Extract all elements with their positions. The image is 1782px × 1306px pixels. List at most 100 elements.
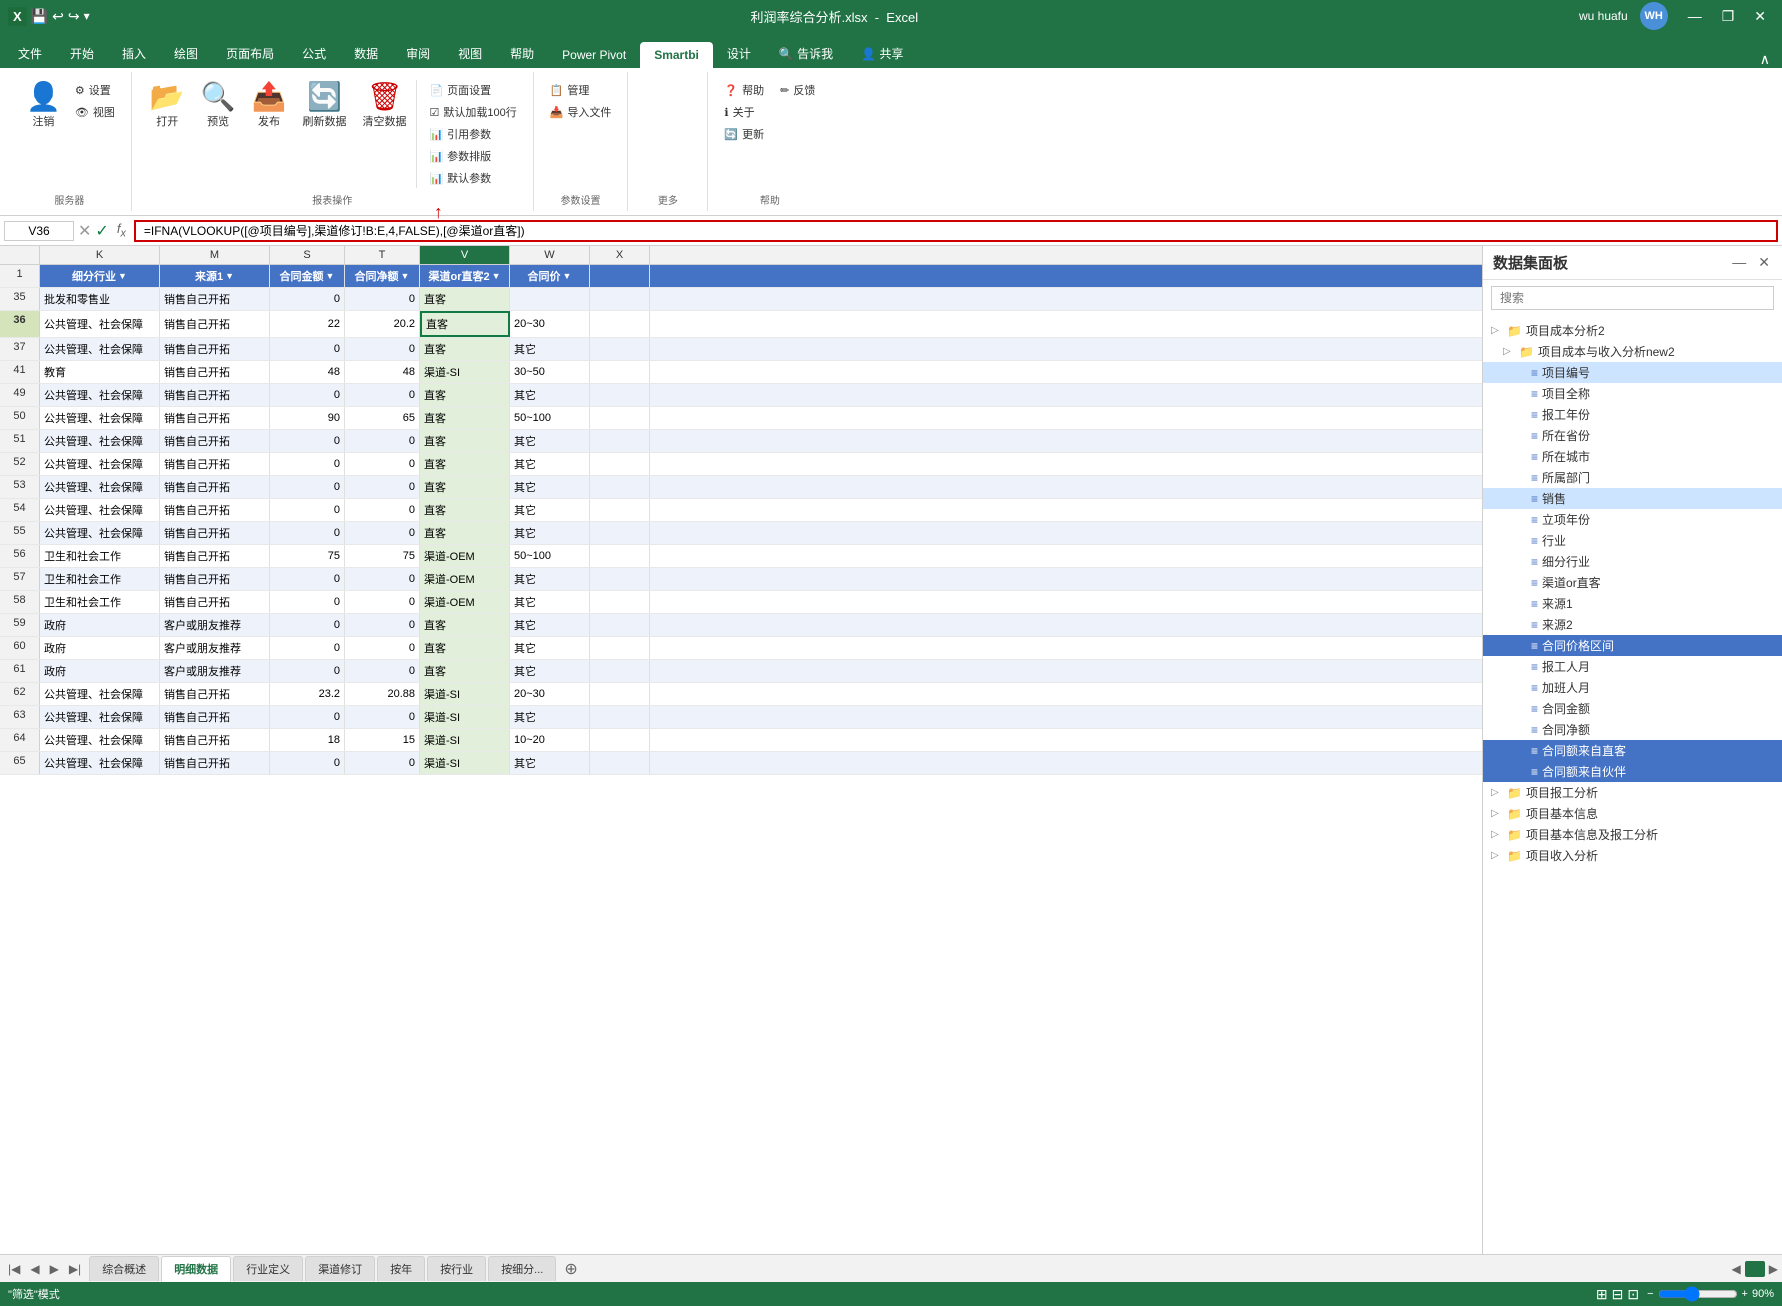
cell-m65[interactable]: 销售自己开拓 (160, 752, 270, 774)
tab-file[interactable]: 文件 (4, 39, 56, 68)
btn-import[interactable]: 📥 导入文件 (546, 102, 616, 122)
tree-item-field-province[interactable]: ≡ 所在省份 (1483, 425, 1782, 446)
btn-page-setup[interactable]: 📄 页面设置 (425, 80, 520, 100)
cell-m54[interactable]: 销售自己开拓 (160, 499, 270, 521)
cell-k35[interactable]: 批发和零售业 (40, 288, 160, 310)
cell-w59[interactable]: 其它 (510, 614, 590, 636)
cell-w54[interactable]: 其它 (510, 499, 590, 521)
cell-v53[interactable]: 直客 (420, 476, 510, 498)
btn-default-load[interactable]: ☑ 默认加载100行 (425, 102, 520, 122)
tree-item-field-city[interactable]: ≡ 所在城市 (1483, 446, 1782, 467)
user-avatar[interactable]: WH (1640, 2, 1668, 30)
quick-save[interactable]: 💾 (31, 8, 48, 25)
tree-item-field-contract-net[interactable]: ≡ 合同净额 (1483, 719, 1782, 740)
tree-item-root1[interactable]: ▷ 📁 项目成本分析2 (1483, 320, 1782, 341)
cell-v64[interactable]: 渠道-SI (420, 729, 510, 751)
formula-enter-icon[interactable]: ✓ (95, 221, 108, 241)
cell-k51[interactable]: 公共管理、社会保障 (40, 430, 160, 452)
cell-s37[interactable]: 0 (270, 338, 345, 360)
cell-k1[interactable]: 细分行业 ▼ (40, 265, 160, 287)
cell-k53[interactable]: 公共管理、社会保障 (40, 476, 160, 498)
cell-s49[interactable]: 0 (270, 384, 345, 406)
cell-m63[interactable]: 销售自己开拓 (160, 706, 270, 728)
close-btn[interactable]: ✕ (1746, 6, 1774, 27)
btn-manage[interactable]: 📋 管理 (546, 80, 616, 100)
cell-m37[interactable]: 销售自己开拓 (160, 338, 270, 360)
cell-m58[interactable]: 销售自己开拓 (160, 591, 270, 613)
sheet-nav-last[interactable]: ▶| (65, 1260, 85, 1278)
cell-t52[interactable]: 0 (345, 453, 420, 475)
cell-k49[interactable]: 公共管理、社会保障 (40, 384, 160, 406)
cell-w61[interactable]: 其它 (510, 660, 590, 682)
cell-t36[interactable]: 20.2 (345, 311, 420, 337)
cell-v36[interactable]: 直客 (420, 311, 510, 337)
cell-w63[interactable]: 其它 (510, 706, 590, 728)
cell-v54[interactable]: 直客 (420, 499, 510, 521)
formula-cancel-icon[interactable]: ✕ (78, 221, 91, 241)
tree-item-field-channel[interactable]: ≡ 渠道or直客 (1483, 572, 1782, 593)
cell-w64[interactable]: 10~20 (510, 729, 590, 751)
cell-t60[interactable]: 0 (345, 637, 420, 659)
cell-k55[interactable]: 公共管理、社会保障 (40, 522, 160, 544)
cell-t41[interactable]: 48 (345, 361, 420, 383)
cell-t51[interactable]: 0 (345, 430, 420, 452)
cell-k57[interactable]: 卫生和社会工作 (40, 568, 160, 590)
cell-k61[interactable]: 政府 (40, 660, 160, 682)
cell-v51[interactable]: 直客 (420, 430, 510, 452)
tree-item-revenue-analysis[interactable]: ▷ 📁 项目收入分析 (1483, 845, 1782, 866)
cell-s60[interactable]: 0 (270, 637, 345, 659)
cell-t55[interactable]: 0 (345, 522, 420, 544)
tab-design[interactable]: 设计 (713, 39, 765, 68)
tab-view[interactable]: 视图 (444, 39, 496, 68)
cell-k37[interactable]: 公共管理、社会保障 (40, 338, 160, 360)
cell-t58[interactable]: 0 (345, 591, 420, 613)
ribbon-collapse[interactable]: ∧ (1752, 51, 1778, 68)
col-header-k[interactable]: K (40, 246, 160, 264)
tree-item-field-partner-amount[interactable]: ≡ 合同额来自伙伴 (1483, 761, 1782, 782)
tree-item-field-overtime-month[interactable]: ≡ 加班人月 (1483, 677, 1782, 698)
tree-item-field-project-name[interactable]: ≡ 项目全称 (1483, 383, 1782, 404)
cell-m1[interactable]: 来源1 ▼ (160, 265, 270, 287)
cell-v63[interactable]: 渠道-SI (420, 706, 510, 728)
cell-t64[interactable]: 15 (345, 729, 420, 751)
btn-clear[interactable]: 🗑 清空数据 (356, 76, 412, 133)
cell-s52[interactable]: 0 (270, 453, 345, 475)
cell-w41[interactable]: 30~50 (510, 361, 590, 383)
tree-item-field-work-year[interactable]: ≡ 报工年份 (1483, 404, 1782, 425)
quick-access-more[interactable]: ▾ (84, 9, 90, 23)
cell-w52[interactable]: 其它 (510, 453, 590, 475)
cell-s64[interactable]: 18 (270, 729, 345, 751)
tree-item-report-analysis[interactable]: ▷ 📁 项目报工分析 (1483, 782, 1782, 803)
cell-w49[interactable]: 其它 (510, 384, 590, 406)
tab-help[interactable]: 帮助 (496, 39, 548, 68)
tab-home[interactable]: 开始 (56, 39, 108, 68)
cell-s41[interactable]: 48 (270, 361, 345, 383)
sheet-nav-next[interactable]: ▶ (46, 1260, 63, 1278)
cell-w35[interactable] (510, 288, 590, 310)
cell-s56[interactable]: 75 (270, 545, 345, 567)
sheet-tab-by-industry[interactable]: 按行业 (427, 1256, 486, 1281)
tab-formula[interactable]: 公式 (288, 39, 340, 68)
cell-m53[interactable]: 销售自己开拓 (160, 476, 270, 498)
cell-s65[interactable]: 0 (270, 752, 345, 774)
cell-m51[interactable]: 销售自己开拓 (160, 430, 270, 452)
col-header-v[interactable]: V (420, 246, 510, 264)
cell-k50[interactable]: 公共管理、社会保障 (40, 407, 160, 429)
btn-open[interactable]: 📂 打开 (144, 76, 191, 133)
col-header-m[interactable]: M (160, 246, 270, 264)
cell-t56[interactable]: 75 (345, 545, 420, 567)
spreadsheet-body[interactable]: 1 细分行业 ▼ 来源1 ▼ 合同金额 ▼ 合同净额 ▼ 渠道or直客2 ▼ 合… (0, 265, 1482, 1249)
cell-v56[interactable]: 渠道-OEM (420, 545, 510, 567)
maximize-btn[interactable]: ❐ (1714, 6, 1743, 27)
cell-w58[interactable]: 其它 (510, 591, 590, 613)
btn-help[interactable]: ❓ 帮助 (720, 80, 768, 100)
cell-k59[interactable]: 政府 (40, 614, 160, 636)
cell-w50[interactable]: 50~100 (510, 407, 590, 429)
cell-w60[interactable]: 其它 (510, 637, 590, 659)
tree-item-field-project-no[interactable]: ≡ 项目编号 (1483, 362, 1782, 383)
cell-v35[interactable]: 直客 (420, 288, 510, 310)
cell-s63[interactable]: 0 (270, 706, 345, 728)
btn-view[interactable]: 👁 视图 (71, 102, 119, 122)
cell-t59[interactable]: 0 (345, 614, 420, 636)
tree-item-field-direct-amount[interactable]: ≡ 合同额来自直客 (1483, 740, 1782, 761)
